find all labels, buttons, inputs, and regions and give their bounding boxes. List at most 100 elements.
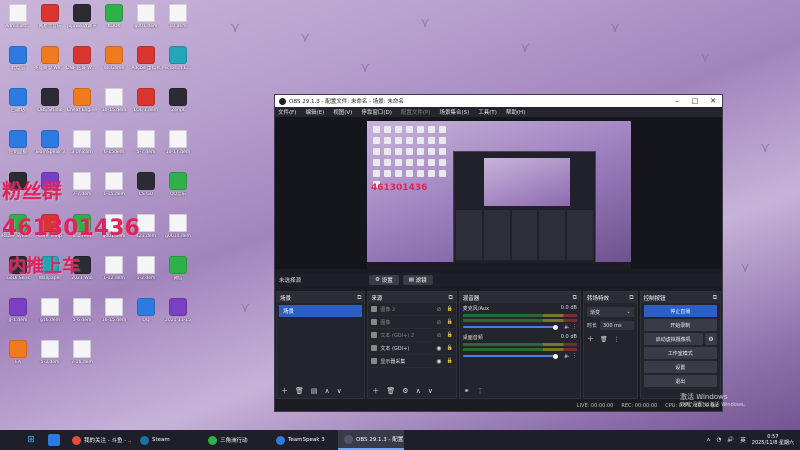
desktop-icon[interactable]: 10.dem (162, 2, 194, 40)
desktop-icon[interactable]: 1-12.dem (98, 254, 130, 292)
preview-canvas[interactable]: 461301436 (367, 121, 631, 269)
add-icon[interactable]: ＋ (587, 334, 594, 344)
add-icon[interactable]: ＋ (281, 386, 288, 396)
desktop-icon[interactable]: Adobe 虚拟机 (130, 44, 162, 82)
desktop-icon[interactable]: CS GO (130, 170, 162, 208)
menu-item[interactable]: 场景集合(S) (439, 108, 469, 116)
source-item[interactable]: 图像 ⊘ 🔓 (368, 316, 456, 329)
source-item[interactable]: 文本 (GDI+) 2 ⊘ 🔓 (368, 329, 456, 342)
desktop-icon[interactable]: 7-7.dem (66, 170, 98, 208)
volume-icon[interactable]: 🔊 (727, 437, 734, 443)
volume-slider-handle[interactable] (553, 324, 559, 330)
eye-off-icon[interactable]: ⊘ (437, 306, 442, 313)
undock-icon[interactable]: ⧉ (357, 294, 361, 302)
scene-item[interactable]: 场景 (279, 305, 363, 317)
menu-item[interactable]: 视图(V) (333, 108, 352, 116)
pinned-app-icon[interactable] (48, 434, 60, 446)
desktop-icon[interactable]: LOL 1.dem (130, 86, 162, 124)
properties-button[interactable]: ⚙ 设置 (369, 275, 399, 285)
add-icon[interactable]: ＋ (372, 386, 379, 396)
desktop-icon[interactable]: 2021 11-15 (162, 296, 194, 334)
minimize-icon[interactable]: – (668, 97, 686, 105)
desktop-icon[interactable]: 微信 (162, 254, 194, 292)
obs-titlebar[interactable]: OBS 29.1.3 - 配置文件: 未命名 - 场景: 未命名 – □ ✕ (275, 95, 722, 107)
desktop-icon[interactable]: 1-2.dem (130, 254, 162, 292)
input-language[interactable]: 英 (740, 436, 746, 444)
taskbar-item[interactable]: 我的关注 - 斗鱼 - ... (66, 430, 132, 450)
desktop-icon[interactable]: 5-7.dem (130, 128, 162, 166)
desktop-icon[interactable]: DNF 区域 WeGame版 (66, 44, 98, 82)
more-icon[interactable]: ⋮ (477, 387, 484, 395)
desktop-icon[interactable]: 回收站 (2, 86, 34, 124)
lock-icon[interactable]: 🔓 (447, 345, 453, 351)
filter-icon[interactable]: ▤ (311, 387, 318, 395)
source-item[interactable]: 显示器采集 ◉ 🔓 (368, 355, 456, 368)
start-virtual-camera-button[interactable]: 启动虚拟摄像机 (643, 333, 703, 345)
trash-icon[interactable]: 🗑 (295, 387, 304, 395)
speaker-icon[interactable]: 🔈 (564, 324, 570, 330)
desktop-icon[interactable]: 此电脑 (2, 44, 34, 82)
transition-select[interactable]: 渐变 ⌄ (586, 307, 634, 317)
more-icon[interactable]: ⋮ (572, 353, 577, 359)
desktop-icon[interactable]: 10-15.dem (98, 86, 130, 124)
desktop-icon[interactable]: Zenpt (162, 86, 194, 124)
windows-start-icon[interactable]: ⊞ (22, 430, 40, 450)
desktop-icon[interactable]: g001.dem (130, 2, 162, 40)
taskbar-item[interactable]: TeamSpeak 3 (270, 430, 336, 450)
stop-streaming-button[interactable]: 停止直播 (643, 305, 717, 317)
desktop-icon[interactable]: g-1.dem (2, 296, 34, 334)
lock-icon[interactable]: 🔓 (447, 306, 453, 312)
lock-icon[interactable]: 🔓 (447, 358, 453, 364)
menu-item[interactable]: 工具(T) (478, 108, 497, 116)
eye-icon[interactable]: ◉ (436, 358, 441, 365)
taskbar-item[interactable]: 三角洲行动 (202, 430, 268, 450)
desktop-icon[interactable]: KOOK (98, 2, 130, 40)
desktop-icon[interactable]: EA (2, 338, 34, 376)
desktop-icon[interactable]: 英雄联盟 WeGame版 (34, 44, 66, 82)
source-item[interactable]: 图像 2 ⊘ 🔓 (368, 303, 456, 316)
speaker-icon[interactable]: 🔈 (564, 353, 570, 359)
desktop-icon[interactable]: 5-6.dem (66, 296, 98, 334)
menu-item[interactable]: 帮助(H) (506, 108, 525, 116)
volume-slider[interactable] (462, 355, 556, 357)
studio-mode-button[interactable]: 工作室模式 (643, 347, 717, 359)
menu-item[interactable]: 编辑(E) (305, 108, 324, 116)
arrow-down-icon[interactable]: ∨ (428, 387, 433, 395)
trash-icon[interactable]: 🗑 (600, 336, 608, 343)
desktop-icon[interactable]: 7-16.dem (66, 338, 98, 376)
filters-button[interactable]: ▤ 滤镜 (402, 275, 433, 285)
desktop-icon[interactable]: TeamSpeak 3 (34, 128, 66, 166)
eye-off-icon[interactable]: ⊘ (437, 332, 442, 339)
desktop-icon[interactable]: Microsoft Edge (162, 44, 194, 82)
volume-slider-handle[interactable] (553, 353, 559, 359)
undock-icon[interactable]: ⧉ (448, 294, 452, 302)
desktop-icon[interactable]: 控制面板 (2, 128, 34, 166)
more-icon[interactable]: ⋮ (614, 336, 620, 343)
undock-icon[interactable]: ⧉ (573, 294, 577, 302)
eye-off-icon[interactable]: ⊘ (437, 319, 442, 326)
desktop-icon[interactable]: WeGame (98, 44, 130, 82)
gear-icon[interactable]: ⚙ (705, 333, 717, 345)
chevron-up-icon[interactable]: ∧ (707, 437, 711, 443)
undock-icon[interactable]: ⧉ (713, 294, 717, 302)
gear-icon[interactable]: ⚙ (402, 387, 408, 395)
trash-icon[interactable]: 🗑 (386, 387, 395, 395)
menu-item[interactable]: 配置文件(P) (401, 108, 431, 116)
settings-button[interactable]: 设置 (643, 361, 717, 373)
eye-icon[interactable]: ◉ (436, 345, 441, 352)
desktop-icon[interactable]: QQ (130, 296, 162, 334)
lock-icon[interactable]: 🔓 (447, 332, 453, 338)
desktop-icon[interactable]: g001d.dem (162, 212, 194, 250)
desktop-icon[interactable]: 16-15.dem (98, 296, 130, 334)
desktop-icon[interactable]: 1-15.dem (98, 170, 130, 208)
more-icon[interactable]: ⋮ (572, 324, 577, 330)
desktop-icon[interactable]: OBS Studio (34, 86, 66, 124)
exit-button[interactable]: 退出 (643, 375, 717, 387)
taskbar-item[interactable]: Steam (134, 430, 200, 450)
desktop-icon[interactable]: 5-3.dem (34, 338, 66, 376)
arrow-up-icon[interactable]: ∧ (325, 387, 330, 395)
desktop-icon[interactable]: 6-15dem (98, 128, 130, 166)
volume-slider[interactable] (462, 326, 556, 328)
duration-input[interactable]: 300 ms (599, 321, 634, 330)
source-item[interactable]: 文本 (GDI+) ◉ 🔓 (368, 342, 456, 355)
